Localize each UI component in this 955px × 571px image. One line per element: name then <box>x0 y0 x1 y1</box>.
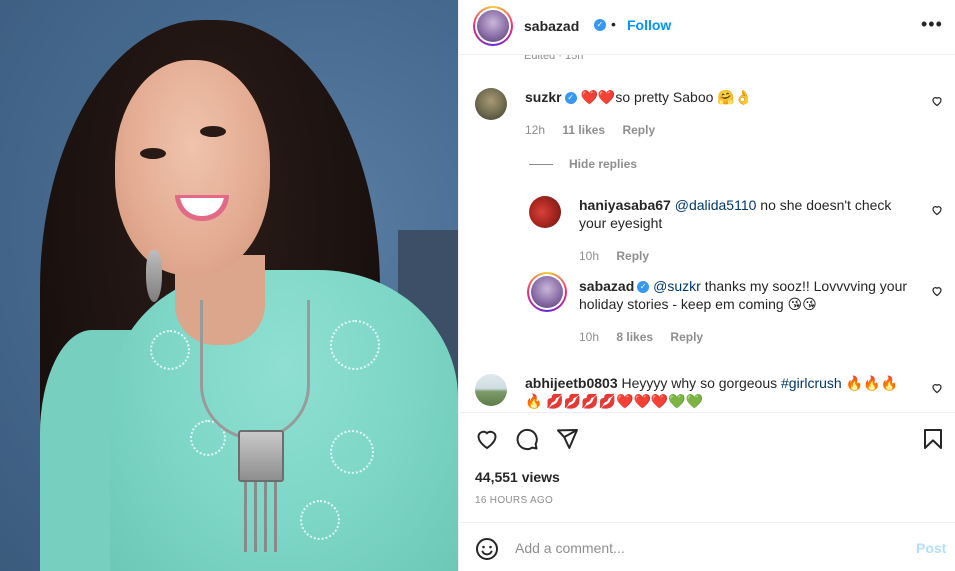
reply-time[interactable]: 10h <box>579 249 599 263</box>
reply-item: sabazad ✓ @suzkr thanks my sooz!! Lovvvvi… <box>459 272 955 352</box>
embroidery <box>330 320 380 370</box>
commenter-avatar[interactable] <box>475 374 507 406</box>
comment-text: Heyyyy why so gorgeous <box>617 375 782 391</box>
verified-badge-icon: ✓ <box>594 19 606 31</box>
comment-item: suzkr ✓ ❤️❤️so pretty Saboo 🤗👌 12h 11 lik… <box>459 62 955 152</box>
media-fringe <box>254 482 257 552</box>
media-fringe <box>264 482 267 552</box>
reply-body: sabazad ✓ @suzkr thanks my sooz!! Lovvvvi… <box>579 277 919 313</box>
embroidery <box>150 330 190 370</box>
comment-like-icon[interactable] <box>931 95 943 110</box>
comment-like-icon[interactable] <box>931 382 943 397</box>
comment-text: ❤️❤️so pretty Saboo 🤗👌 <box>580 89 753 105</box>
more-options-icon[interactable]: ••• <box>921 14 943 35</box>
verified-badge-icon: ✓ <box>637 281 650 294</box>
comment-meta: 12h 11 likes Reply <box>525 123 669 137</box>
media-necklace-chain <box>200 300 310 440</box>
reply-reply-button[interactable]: Reply <box>616 249 649 263</box>
commenter-avatar[interactable] <box>529 196 561 228</box>
media-earring <box>146 250 162 302</box>
reply-time[interactable]: 10h <box>579 330 599 344</box>
media-eye <box>140 148 166 159</box>
post-header: sabazad ✓ • Follow ••• <box>459 0 955 55</box>
media-face <box>115 60 270 275</box>
views-count[interactable]: 44,551 views <box>475 469 560 485</box>
comment-body: abhijeetb0803 Heyyyy why so gorgeous #gi… <box>525 374 915 410</box>
reply-likes[interactable]: 8 likes <box>616 330 653 344</box>
reply-mention[interactable]: @suzkr <box>653 278 701 294</box>
reply-username[interactable]: sabazad <box>579 278 634 294</box>
media-fringe <box>244 482 247 552</box>
share-icon[interactable] <box>555 427 581 453</box>
verified-badge-icon: ✓ <box>564 92 577 105</box>
post-media[interactable] <box>0 0 458 571</box>
comment-username[interactable]: abhijeetb0803 <box>525 375 618 391</box>
reply-item: haniyasaba67 @dalida5110 no she doesn't … <box>459 196 955 276</box>
comment-likes[interactable]: 11 likes <box>562 123 605 137</box>
post-comment-button[interactable]: Post <box>916 540 946 556</box>
hide-replies-label: Hide replies <box>569 157 638 171</box>
post-side-panel: sabazad ✓ • Follow ••• Edited · 15h suzk… <box>458 0 955 571</box>
edited-label: Edited · 15h <box>524 55 584 62</box>
comment-body: suzkr ✓ ❤️❤️so pretty Saboo 🤗👌 <box>525 88 915 106</box>
comment-hashtag[interactable]: #girlcrush <box>781 375 842 391</box>
post-modal: sabazad ✓ • Follow ••• Edited · 15h suzk… <box>0 0 955 571</box>
comment-username[interactable]: suzkr <box>525 89 562 105</box>
commenter-avatar[interactable] <box>475 88 507 120</box>
comment-input[interactable] <box>515 535 895 561</box>
media-fringe <box>274 482 277 552</box>
reply-body: haniyasaba67 @dalida5110 no she doesn't … <box>579 196 919 232</box>
comments-list[interactable]: suzkr ✓ ❤️❤️so pretty Saboo 🤗👌 12h 11 lik… <box>459 62 955 412</box>
add-comment-bar: Post <box>459 522 955 571</box>
reply-meta: 10h 8 likes Reply <box>579 330 717 344</box>
media-eye <box>200 126 226 137</box>
hide-replies-button[interactable]: Hide replies <box>529 157 637 171</box>
emoji-icon[interactable] <box>475 537 499 561</box>
author-username[interactable]: sabazad <box>524 18 579 34</box>
commenter-avatar[interactable] <box>527 272 567 312</box>
reply-like-icon[interactable] <box>931 285 943 300</box>
embroidery <box>300 500 340 540</box>
post-timestamp: 16 HOURS AGO <box>475 495 554 506</box>
comment-reply-button[interactable]: Reply <box>622 123 655 137</box>
heart-icon[interactable] <box>475 427 501 453</box>
post-actions: 44,551 views 16 HOURS AGO <box>459 412 955 522</box>
comment-icon[interactable] <box>515 427 541 453</box>
comment-time[interactable]: 12h <box>525 123 545 137</box>
header-separator: • <box>611 16 616 32</box>
reply-like-icon[interactable] <box>931 204 943 219</box>
embroidery <box>330 430 374 474</box>
reply-reply-button[interactable]: Reply <box>670 330 703 344</box>
media-pendant <box>238 430 284 482</box>
follow-button[interactable]: Follow <box>627 17 671 33</box>
reply-mention[interactable]: @dalida5110 <box>675 197 757 213</box>
author-avatar[interactable] <box>473 6 513 46</box>
reply-username[interactable]: haniyasaba67 <box>579 197 671 213</box>
comment-item: abhijeetb0803 Heyyyy why so gorgeous #gi… <box>459 374 955 412</box>
reply-meta: 10h Reply <box>579 249 663 263</box>
bookmark-icon[interactable] <box>921 427 947 453</box>
